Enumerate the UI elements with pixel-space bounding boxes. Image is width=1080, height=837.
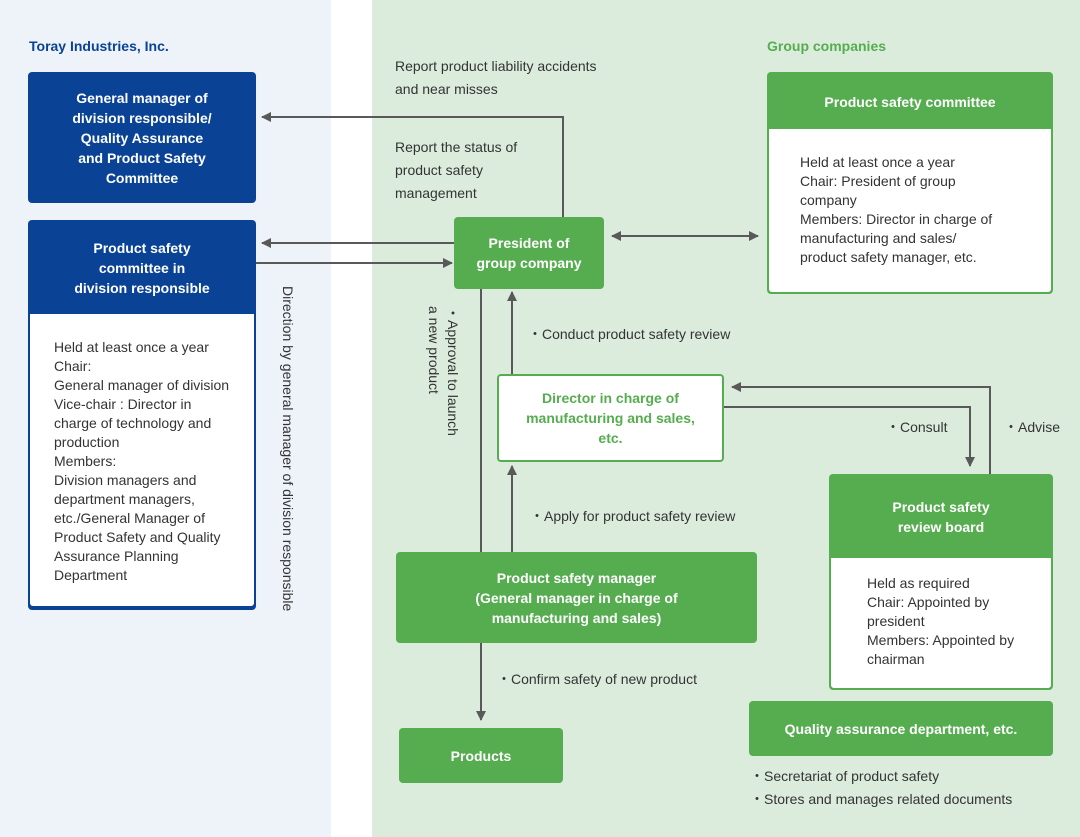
- group-psc-box: Product safety committee Held at least o…: [767, 72, 1053, 294]
- products-box: Products: [399, 728, 563, 783]
- group-psc-title: Product safety committee: [824, 93, 996, 110]
- approval-label: ・Approval to launch a new product: [426, 306, 461, 436]
- toray-heading: Toray Industries, Inc.: [29, 38, 169, 54]
- review-board-box: Product safety review board Held as requ…: [829, 474, 1053, 690]
- group-companies-heading: Group companies: [767, 38, 887, 54]
- director-box: Director in charge of manufacturing and …: [497, 374, 724, 462]
- psc-division-details: Held at least once a year Chair: General…: [30, 314, 254, 606]
- psc-division-title: Product safety committee in division res…: [74, 240, 210, 296]
- advise-label: ・Advise: [1004, 419, 1061, 435]
- apply-review-label: ・Apply for product safety review: [530, 508, 736, 524]
- psc-division-box: Product safety committee in division res…: [28, 220, 256, 610]
- ps-manager-box: Product safety manager (General manager …: [396, 552, 757, 643]
- report-accidents-label: Report product liability accidents and n…: [395, 58, 597, 97]
- qa-note-secretariat: ・Secretariat of product safety: [750, 768, 940, 784]
- qa-note-documents: ・Stores and manages related documents: [750, 791, 1013, 807]
- direction-label: Direction by general manager of division…: [280, 286, 296, 612]
- review-board-details: Held as required Chair: Appointed by pre…: [831, 558, 1051, 688]
- qa-dept-box: Quality assurance department, etc.: [749, 701, 1053, 756]
- conduct-review-label: ・Conduct product safety review: [528, 326, 731, 342]
- report-status-label: Report the status of product safety mana…: [395, 139, 518, 201]
- gm-division-box: General manager of division responsible/…: [28, 72, 256, 203]
- confirm-safety-label: ・Confirm safety of new product: [497, 671, 697, 687]
- consult-label: ・Consult: [886, 419, 948, 435]
- review-board-title: Product safety review board: [892, 499, 990, 535]
- president-box: President of group company: [454, 217, 604, 289]
- group-psc-details: Held at least once a year Chair: Preside…: [769, 129, 1051, 292]
